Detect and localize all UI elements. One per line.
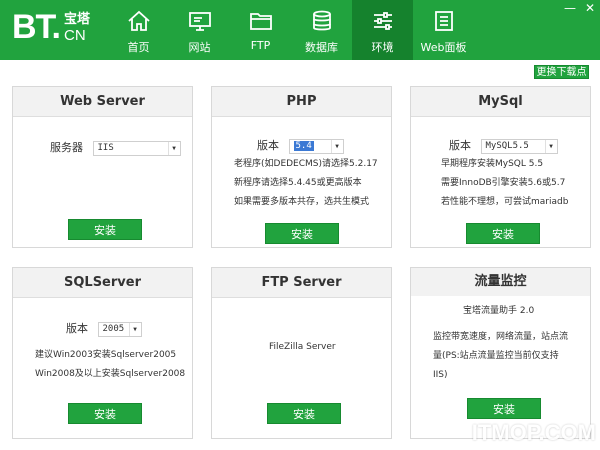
mysql-version-label: 版本	[449, 139, 471, 152]
install-web-server-button[interactable]: 安装	[68, 219, 142, 240]
php-version-select[interactable]: 5.4 ▼	[288, 138, 344, 154]
nav-environment[interactable]: 环境	[352, 0, 413, 60]
panel-list-icon	[434, 11, 453, 31]
card-web-server: Web Server 服务器 IIS ▼ 安装	[12, 86, 193, 248]
monitor-icon	[188, 12, 211, 31]
site-watermark: ITMOP.COM	[471, 420, 596, 445]
mysql-version-row: 版本 MySQL5.5 ▼	[449, 137, 558, 154]
bt-logo: BT. 宝塔 CN	[12, 8, 90, 46]
nav-websites[interactable]: 网站	[169, 0, 230, 60]
main-nav: 首页 网站 FTP 数据库 环境 Web面板	[108, 0, 474, 60]
traffic-notes: 监控带宽速度，网络流量，站点流 量(PS:站点流量监控当前仅支持 IIS)	[433, 328, 568, 385]
sliders-icon	[373, 12, 392, 30]
nav-database-label: 数据库	[305, 41, 338, 54]
nav-ftp[interactable]: FTP	[230, 0, 291, 60]
card-traffic-monitor: 流量监控 宝塔流量助手 2.0 监控带宽速度，网络流量，站点流 量(PS:站点流…	[410, 267, 591, 439]
php-version-value: 5.4	[293, 140, 314, 151]
mysql-version-value: MySQL5.5	[485, 140, 529, 151]
chevron-down-icon: ▼	[330, 139, 343, 153]
traffic-subtitle: 宝塔流量助手 2.0	[463, 306, 535, 316]
window-controls: — ✕	[564, 2, 596, 14]
install-ftp-button[interactable]: 安装	[267, 403, 341, 424]
card-php: PHP 版本 5.4 ▼ 老程序(如DEDECMS)请选择5.2.17 新程序请…	[211, 86, 392, 248]
close-button[interactable]: ✕	[584, 2, 596, 14]
sqlserver-version-label: 版本	[66, 322, 88, 335]
mysql-notes: 早期程序安装MySQL 5.5 需要InnoDB引擎安装5.6或5.7 若性能不…	[441, 155, 568, 212]
php-notes: 老程序(如DEDECMS)请选择5.2.17 新程序请选择5.4.45或更高版本…	[234, 155, 378, 212]
nav-environment-label: 环境	[371, 41, 394, 54]
minimize-button[interactable]: —	[564, 2, 576, 14]
php-note: 新程序请选择5.4.45或更高版本	[234, 178, 362, 188]
install-sqlserver-button[interactable]: 安装	[68, 403, 142, 424]
mysql-note: 需要InnoDB引擎安装5.6或5.7	[441, 178, 566, 188]
sqlserver-note: 建议Win2003安装Sqlserver2005	[35, 350, 177, 360]
traffic-note: IIS)	[433, 370, 448, 380]
database-icon	[312, 10, 331, 31]
traffic-note: 监控带宽速度，网络流量，站点流	[433, 332, 569, 342]
card-title: MySql	[411, 87, 590, 117]
php-note: 老程序(如DEDECMS)请选择5.2.17	[234, 159, 378, 169]
card-title: SQLServer	[13, 268, 192, 298]
mysql-version-select[interactable]: MySQL5.5 ▼	[480, 138, 558, 154]
nav-ftp-label: FTP	[250, 39, 271, 52]
sqlserver-notes: 建议Win2003安装Sqlserver2005 Win2008及以上安装Sql…	[35, 346, 185, 384]
nav-websites-label: 网站	[188, 41, 211, 54]
php-version-row: 版本 5.4 ▼	[257, 137, 344, 154]
card-title: Web Server	[13, 87, 192, 117]
logo-main: BT.	[12, 8, 61, 46]
change-download-node-button[interactable]: 更换下载点	[534, 65, 589, 79]
chevron-down-icon: ▼	[167, 141, 180, 155]
top-bar: BT. 宝塔 CN 首页 网站 FTP 数据库 环境 Web面板 — ✕	[0, 0, 600, 60]
php-note: 如果需要多版本共存，选共生模式	[234, 197, 370, 207]
folder-icon	[249, 13, 272, 30]
ftp-server-name: FileZilla Server	[269, 342, 336, 352]
install-traffic-monitor-button[interactable]: 安装	[467, 398, 541, 419]
sqlserver-version-row: 版本 2005 ▼	[66, 320, 142, 337]
server-label: 服务器	[50, 141, 83, 154]
home-icon	[127, 10, 150, 31]
server-select[interactable]: IIS ▼	[92, 140, 181, 156]
server-select-value: IIS	[97, 142, 114, 153]
nav-database[interactable]: 数据库	[291, 0, 352, 60]
traffic-note: 量(PS:站点流量监控当前仅支持	[433, 351, 559, 361]
nav-web-panel-label: Web面板	[420, 41, 467, 54]
mysql-note: 早期程序安装MySQL 5.5	[441, 159, 544, 169]
chevron-down-icon: ▼	[544, 139, 557, 153]
install-php-button[interactable]: 安装	[265, 223, 339, 244]
nav-home[interactable]: 首页	[108, 0, 169, 60]
card-sqlserver: SQLServer 版本 2005 ▼ 建议Win2003安装Sqlserver…	[12, 267, 193, 439]
chevron-down-icon: ▼	[128, 322, 141, 336]
card-mysql: MySql 版本 MySQL5.5 ▼ 早期程序安装MySQL 5.5 需要In…	[410, 86, 591, 248]
install-mysql-button[interactable]: 安装	[466, 223, 540, 244]
server-row: 服务器 IIS ▼	[50, 139, 181, 156]
card-ftp-server: FTP Server FileZilla Server 安装	[211, 267, 392, 439]
card-title: PHP	[212, 87, 391, 117]
mysql-note: 若性能不理想，可尝试mariadb	[441, 197, 569, 207]
php-version-label: 版本	[257, 139, 279, 152]
sqlserver-version-select[interactable]: 2005 ▼	[97, 321, 142, 337]
card-title: 流量监控	[411, 268, 590, 296]
card-title: FTP Server	[212, 268, 391, 298]
nav-home-label: 首页	[127, 41, 150, 54]
sqlserver-note: Win2008及以上安装Sqlserver2008	[35, 369, 186, 379]
sqlserver-version-value: 2005	[102, 323, 125, 334]
nav-web-panel[interactable]: Web面板	[413, 0, 474, 60]
